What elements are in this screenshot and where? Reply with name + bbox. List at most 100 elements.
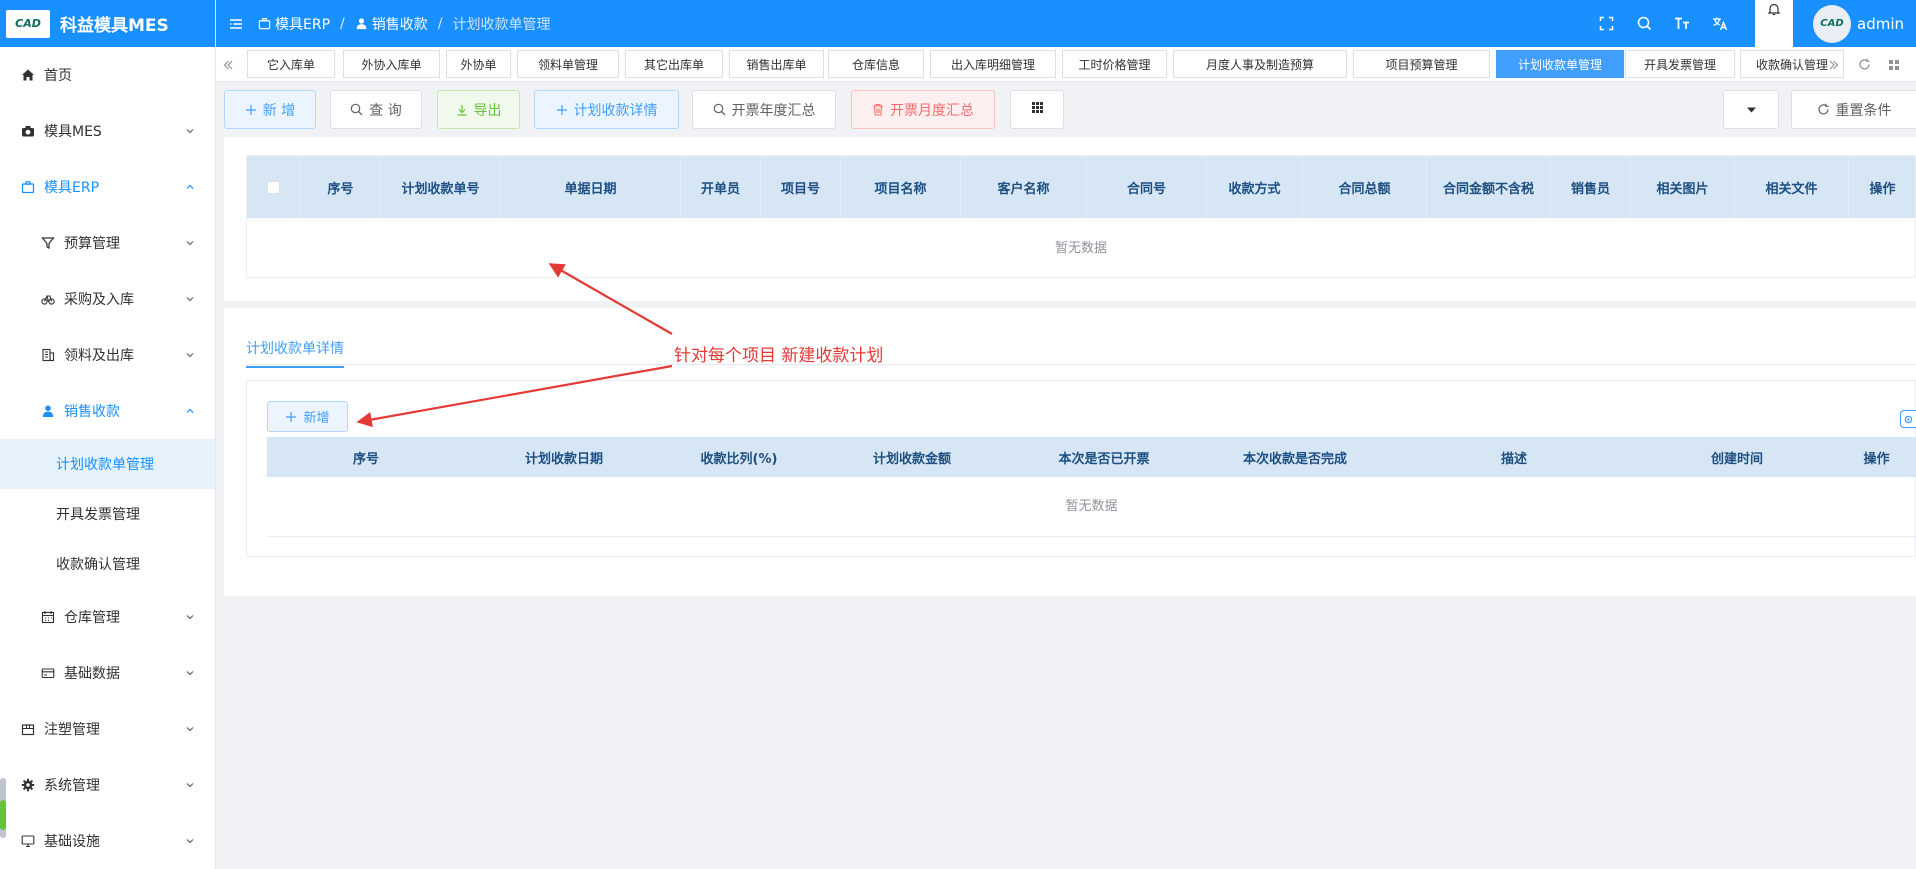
sidebar-item-label: 采购及入库 [64,292,134,308]
tab-item[interactable]: 其它出库单 [625,50,723,78]
column-header: 创建时间 [1710,451,1763,467]
tab-item[interactable]: 项目预算管理 [1353,50,1490,78]
sidebar-item-home[interactable]: 首页 [0,47,215,103]
sidebar-item-warehouse[interactable]: 仓库管理 [0,589,215,645]
chevron-up-icon [186,184,194,189]
gear-icon [20,777,36,793]
sidebar-item-sales-receipt[interactable]: 销售收款 [0,383,215,439]
invoice-month-summary-button[interactable]: 开票月度汇总 [851,90,995,129]
sidebar-item-infrastructure[interactable]: 基础设施 [0,813,215,869]
search-icon[interactable] [1625,0,1663,47]
sidebar-item-system[interactable]: 系统管理 [0,757,215,813]
tab-item[interactable]: 计划收款单管理 [1496,50,1624,78]
sidebar-item-label: 注塑管理 [44,722,100,738]
column-header: 计划收款单号 [381,156,501,218]
column-header: 收款比列(%) [700,451,778,467]
columns-button[interactable] [1010,90,1064,129]
tab-item[interactable]: 外协单 [446,50,511,78]
font-size-icon[interactable] [1663,0,1701,47]
sidebar-item-budget[interactable]: 预算管理 [0,215,215,271]
column-header: 开单员 [681,156,761,218]
sidebar-item-mold-erp[interactable]: 模具ERP [0,159,215,215]
chevron-down-icon [186,297,194,302]
tab-item[interactable]: 领料单管理 [517,50,619,78]
filter-icon [40,235,56,251]
notification-area[interactable] [1755,0,1793,47]
chevron-down-icon [186,671,194,676]
query-button[interactable]: 查 询 [330,90,422,129]
user-icon [356,18,367,30]
sidebar-item-label: 基础设施 [44,834,100,850]
detail-add-button[interactable]: 新增 [267,401,348,432]
user-icon [40,403,56,419]
sidebar-item-label: 基础数据 [64,666,120,682]
app-title: 科益模具MES [60,16,169,36]
tab-item[interactable]: 出入库明细管理 [930,50,1056,78]
sidebar-item-mold-mes[interactable]: 模具MES [0,103,215,159]
sidebar-item-receipt-confirm[interactable]: 收款确认管理 [0,539,215,589]
tab-item[interactable]: 工时价格管理 [1062,50,1167,78]
select-all-checkbox[interactable] [267,180,280,194]
column-header: 单据日期 [501,156,681,218]
plan-detail-button-label: 计划收款详情 [573,102,658,119]
download-icon [456,104,468,116]
building-icon [40,347,56,363]
sidebar: CAD 科益模具MES 首页 模具MES 模具ERP 预算管理 采购及入库 领料… [0,0,216,869]
sidebar-item-injection[interactable]: 注塑管理 [0,701,215,757]
chevron-down-icon [186,241,194,246]
tab-item[interactable]: 外协入库单 [343,50,440,78]
sidebar-item-label: 收款确认管理 [56,557,140,573]
tabs-scroll-left-icon[interactable] [216,47,240,82]
sidebar-item-invoice[interactable]: 开具发票管理 [0,489,215,539]
breadcrumb-item[interactable]: 模具ERP [258,14,330,34]
refresh-icon[interactable] [1852,47,1876,82]
fullscreen-icon[interactable] [1587,0,1625,47]
monitor-icon [20,833,36,849]
sidebar-item-plan-receipt[interactable]: 计划收款单管理 [0,439,215,489]
tab-item[interactable]: 销售出库单 [729,50,824,78]
column-header: 描述 [1500,451,1527,467]
settings-float-icon[interactable] [1900,410,1916,428]
top-tools: CAD admin [1587,0,1916,47]
column-header: 计划收款日期 [524,451,603,467]
dropdown-button[interactable] [1723,90,1779,129]
bike-icon [40,291,56,307]
tab-item[interactable]: 仓库信息 [828,50,924,78]
tab-item[interactable]: 开具发票管理 [1625,50,1735,78]
search-icon [350,103,363,116]
plan-detail-button[interactable]: 计划收款详情 [534,90,679,129]
detail-table: 序号 计划收款日期 收款比列(%) 计划收款金额 本次是否已开票 本次收款是否完成 描述 创建… [267,437,1916,537]
tabs-scroll-right-icon[interactable] [1822,47,1846,82]
add-button[interactable]: 新 增 [224,90,316,129]
grid-menu-icon[interactable] [1882,47,1906,82]
column-header: 相关图片 [1631,156,1735,218]
plus-icon [245,104,257,116]
translate-icon[interactable] [1701,0,1739,47]
sidebar-item-purchase[interactable]: 采购及入库 [0,271,215,327]
sidebar-item-label: 计划收款单管理 [56,457,154,473]
username[interactable]: admin [1857,15,1904,33]
sidebar-item-label: 模具ERP [44,180,100,196]
plus-icon [556,104,568,116]
export-button[interactable]: 导出 [437,90,520,129]
main-table-header: 序号 计划收款单号 单据日期 开单员 项目号 项目名称 客户名称 合同号 收款方式 合同总额 合同金… [247,156,1915,218]
bell-icon [1767,3,1781,16]
avatar[interactable]: CAD [1813,4,1851,43]
breadcrumb-item[interactable]: 销售收款 [355,14,428,34]
column-header: 操作 [1863,451,1890,467]
reset-button-label: 重置条件 [1835,102,1892,119]
reset-button[interactable]: 重置条件 [1791,90,1916,129]
sidebar-item-base-data[interactable]: 基础数据 [0,645,215,701]
chevron-down-icon [186,839,194,844]
column-header: 销售员 [1551,156,1631,218]
tab-item[interactable]: 它入库单 [247,50,335,78]
sidebar-item-label: 首页 [44,68,72,84]
sidebar-item-material[interactable]: 领料及出库 [0,327,215,383]
sidebar-item-label: 开具发票管理 [56,507,140,523]
column-header: 本次收款是否完成 [1242,451,1347,467]
invoice-year-summary-button[interactable]: 开票年度汇总 [692,90,836,129]
annotation-text: 针对每个项目 新建收款计划 [674,346,884,366]
tab-item[interactable]: 月度人事及制造预算 [1173,50,1347,78]
menu-toggle-icon[interactable] [228,16,244,32]
breadcrumb-current: 计划收款单管理 [452,16,551,33]
